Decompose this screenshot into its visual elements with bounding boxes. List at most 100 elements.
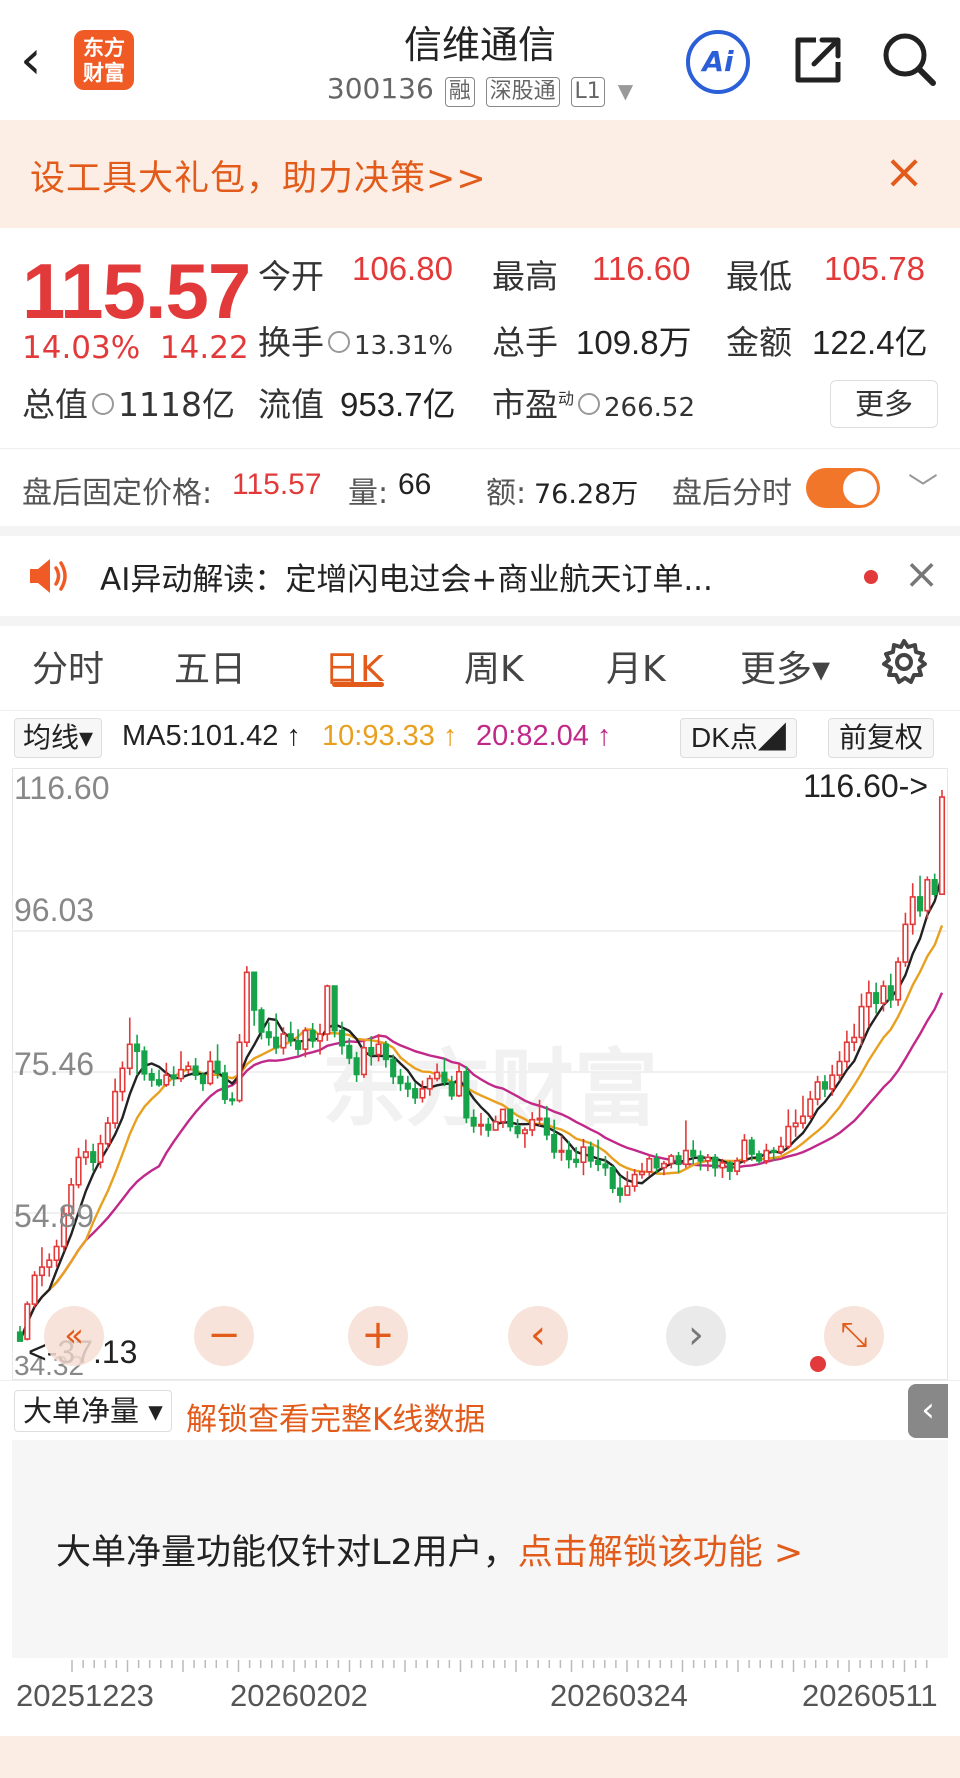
sub-indicator-select[interactable]: 大单净量 ▾ (14, 1390, 172, 1432)
tab-five-day[interactable]: 五日 (174, 640, 246, 692)
candle-up (880, 985, 887, 1004)
candle-up (777, 1145, 785, 1153)
header: ‹ 东方 财富 信维通信 300136 融 深股通 L1 ▼ Ai (0, 0, 960, 120)
candle-down (565, 1149, 572, 1161)
candle-down (595, 1160, 602, 1166)
candle-down (390, 1058, 397, 1078)
candle-down (397, 1075, 404, 1085)
candle-down (712, 1156, 719, 1169)
tag-connect: 深股通 (485, 77, 560, 107)
close-icon[interactable]: × (884, 144, 924, 200)
l2-locked-panel[interactable]: 大单净量功能仅针对L2用户，点击解锁该功能 > (12, 1440, 948, 1658)
search-icon[interactable] (878, 28, 940, 90)
tab-more[interactable]: 更多▾ (740, 640, 830, 692)
candle-down (551, 1133, 558, 1153)
pe-row[interactable]: 市盈动 266.52 (492, 378, 695, 426)
tab-weekly-k[interactable]: 周K (464, 640, 524, 692)
candle-up (243, 971, 250, 1044)
scroll-left-button[interactable]: ‹ (508, 1306, 568, 1366)
kline-chart-svg[interactable]: 东方财富 (12, 768, 948, 1380)
info-icon[interactable] (578, 392, 601, 415)
candle-down (609, 1166, 616, 1190)
candle-up (865, 992, 872, 1008)
candle-up (434, 1071, 441, 1080)
close-icon[interactable]: × (904, 548, 939, 600)
tab-intraday[interactable]: 分时 (32, 640, 104, 692)
l2-notice: 大单净量功能仅针对L2用户，点击解锁该功能 > (56, 1524, 803, 1575)
candle-down (90, 1151, 97, 1164)
candle-down (587, 1146, 594, 1162)
divider (0, 1380, 960, 1381)
candle-up (375, 1043, 382, 1056)
candle-down (748, 1139, 755, 1155)
promo-banner[interactable]: 设工具大礼包，助力决策>> × (0, 120, 960, 228)
ai-insight-text[interactable]: AI异动解读：定增闪电过会+商业航天订单... (100, 554, 713, 599)
candle-up (719, 1162, 726, 1169)
candle-up (302, 1029, 309, 1050)
indicator-select[interactable]: 均线▾ (14, 718, 103, 758)
caret-down-icon: ▼ (617, 79, 634, 103)
chevron-down-icon[interactable]: ﹀ (908, 464, 938, 508)
after-hours-toggle[interactable] (806, 468, 880, 508)
dk-point-button[interactable]: DK点◢ (680, 718, 797, 758)
gear-icon[interactable] (880, 638, 928, 686)
unlock-kline-link[interactable]: 解锁查看完整K线数据 (186, 1394, 485, 1439)
candle-up (624, 1185, 631, 1196)
candle-down (170, 1074, 177, 1080)
candle-up (477, 1123, 485, 1127)
section-separator (0, 526, 960, 536)
candle-up (82, 1151, 89, 1159)
candle-up (492, 1120, 499, 1131)
candle-up (851, 1036, 858, 1044)
change-percent: 14.03% (22, 330, 141, 366)
zoom-out-button[interactable]: − (194, 1306, 254, 1366)
toggle-knob (843, 471, 877, 505)
zoom-in-button[interactable]: + (348, 1306, 408, 1366)
candle-down (265, 1031, 272, 1039)
l2-unlock-link[interactable]: 点击解锁该功能 > (518, 1533, 803, 1573)
adjust-button[interactable]: 前复权 (828, 718, 935, 758)
candle-up (799, 1115, 807, 1124)
candle-up (829, 1074, 836, 1090)
candle-up (668, 1155, 675, 1165)
ai-assistant-icon[interactable]: Ai (686, 30, 750, 94)
after-hours-vol-label: 量: (348, 476, 389, 511)
share-icon[interactable] (788, 30, 848, 90)
candle-up (792, 1122, 799, 1128)
promo-banner-text[interactable]: 设工具大礼包，助力决策>> (30, 150, 487, 201)
ma5-label: MA5:101.42 ↑ (122, 720, 301, 752)
scroll-left-fast-button[interactable]: « (44, 1306, 104, 1366)
info-icon[interactable] (328, 330, 350, 353)
candle-up (895, 961, 902, 1001)
candle-down (199, 1074, 207, 1085)
y-axis-label: 75.46 (14, 1046, 95, 1082)
tab-monthly-k[interactable]: 月K (606, 640, 666, 692)
candle-down (821, 1081, 828, 1090)
candle-up (580, 1146, 587, 1164)
after-hours-vol: 66 (398, 468, 432, 501)
candle-up (455, 1070, 463, 1097)
ai-insight-bar[interactable]: AI异动解读：定增闪电过会+商业航天订单... × (0, 536, 960, 616)
scroll-right-button[interactable]: › (666, 1306, 726, 1366)
candle-down (382, 1043, 389, 1061)
candle-down (602, 1163, 609, 1169)
turnover-label[interactable]: 换手 13.31% (258, 316, 453, 364)
candle-up (426, 1077, 433, 1090)
candle-up (207, 1060, 214, 1085)
candle-up (909, 896, 916, 926)
fullscreen-icon[interactable]: ⤡ (824, 1306, 884, 1366)
info-icon[interactable] (92, 392, 114, 415)
mktcap-row[interactable]: 总值 1118亿 (22, 378, 235, 426)
candle-up (499, 1108, 507, 1123)
divider (0, 710, 960, 711)
kline-chart[interactable]: 东方财富 116.60 96.03 75.46 54.89 34.32 116.… (12, 768, 948, 1381)
candle-down (887, 985, 894, 1001)
open-value: 106.80 (352, 250, 453, 287)
collapse-icon[interactable]: ‹ (908, 1384, 948, 1438)
bottom-bar (0, 1736, 960, 1778)
high-value: 116.60 (592, 250, 691, 287)
candle-down (412, 1088, 419, 1099)
high-marker: 116.60-> (803, 768, 928, 804)
more-button[interactable]: 更多 (830, 380, 938, 428)
speaker-icon (30, 559, 67, 593)
